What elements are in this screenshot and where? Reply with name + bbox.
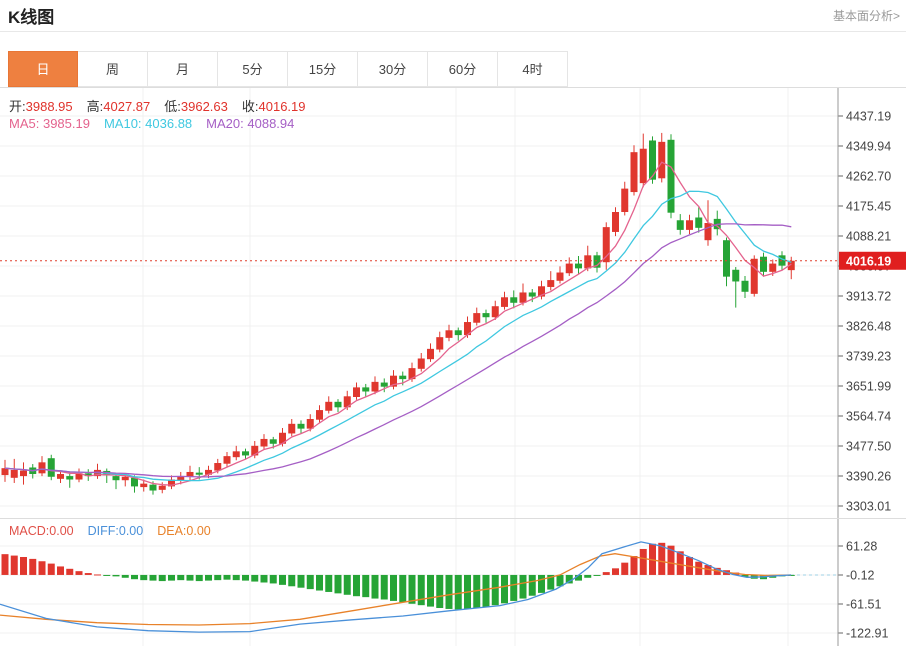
- dea-value: 0.00: [186, 524, 211, 538]
- macd-label: MACD:: [9, 524, 50, 538]
- macd-chart[interactable]: 61.28 -0.12 -61.51 -122.91: [0, 519, 906, 646]
- ma20-label: MA20:: [206, 116, 244, 131]
- open-label: 开:: [9, 99, 26, 114]
- svg-text:4349.94: 4349.94: [846, 139, 891, 153]
- svg-text:3390.26: 3390.26: [846, 469, 891, 483]
- high-value: 4027.87: [103, 99, 151, 114]
- close-value: 4016.19: [258, 99, 306, 114]
- tab-15min[interactable]: 15分: [288, 51, 358, 87]
- close-label: 收:: [241, 99, 259, 114]
- svg-text:4088.21: 4088.21: [846, 229, 891, 243]
- svg-text:-0.12: -0.12: [846, 568, 875, 582]
- page-title: K线图: [8, 8, 55, 27]
- macd-value: 0.00: [49, 524, 74, 538]
- macd-panel: 61.28 -0.12 -61.51 -122.91 MACD:0.00 DIFF:0.…: [0, 519, 906, 646]
- tab-day[interactable]: 日: [8, 51, 78, 87]
- tab-month[interactable]: 月: [148, 51, 218, 87]
- svg-text:3739.23: 3739.23: [846, 349, 891, 363]
- svg-text:4016.19: 4016.19: [846, 254, 891, 268]
- svg-text:4175.45: 4175.45: [846, 199, 891, 213]
- diff-label: DIFF:: [87, 524, 119, 538]
- tab-4hour[interactable]: 4时: [498, 51, 568, 87]
- dea-label: DEA:: [157, 524, 187, 538]
- ma-legend: MA5: 3985.19 MA10: 4036.88 MA20: 4088.94: [9, 116, 294, 131]
- svg-text:3564.74: 3564.74: [846, 409, 891, 423]
- svg-text:3651.99: 3651.99: [846, 379, 891, 393]
- svg-text:-61.51: -61.51: [846, 597, 881, 611]
- ma5-label: MA5:: [9, 116, 40, 131]
- low-label: 低:: [164, 99, 181, 114]
- low-value: 3962.63: [180, 99, 228, 114]
- svg-text:4437.19: 4437.19: [846, 109, 891, 123]
- svg-text:3303.01: 3303.01: [846, 499, 891, 513]
- macd-legend: MACD:0.00 DIFF:0.00 DEA:0.00: [9, 524, 211, 538]
- candlestick-chart[interactable]: 4437.194349.944262.704175.454088.214000.…: [0, 88, 906, 519]
- svg-text:-122.91: -122.91: [846, 626, 888, 640]
- ma10-value: 4036.88: [145, 116, 193, 131]
- ma5-value: 3985.19: [42, 116, 90, 131]
- tab-week[interactable]: 周: [78, 51, 148, 87]
- svg-text:3477.50: 3477.50: [846, 439, 891, 453]
- open-value: 3988.95: [25, 99, 73, 114]
- svg-text:3826.48: 3826.48: [846, 319, 891, 333]
- fundamental-analysis-link[interactable]: 基本面分析>: [833, 7, 900, 24]
- diff-value: 0.00: [118, 524, 144, 538]
- main-chart-panel: 4437.194349.944262.704175.454088.214000.…: [0, 88, 906, 519]
- high-label: 高:: [86, 99, 104, 114]
- titlebar: K线图 基本面分析>: [0, 0, 906, 32]
- ma20-value: 4088.94: [247, 116, 295, 131]
- svg-text:61.28: 61.28: [846, 539, 877, 553]
- ma10-label: MA10:: [103, 116, 142, 131]
- tab-5min[interactable]: 5分: [218, 51, 288, 87]
- svg-text:3913.72: 3913.72: [846, 289, 891, 303]
- svg-text:4262.70: 4262.70: [846, 169, 891, 183]
- period-tab-bar: 日 周 月 5分 15分 30分 60分 4时: [0, 51, 906, 88]
- ohlc-legend: 开:3988.95 高:4027.87 低:3962.63 收:4016.19: [9, 96, 320, 115]
- tab-30min[interactable]: 30分: [358, 51, 428, 87]
- tab-60min[interactable]: 60分: [428, 51, 498, 87]
